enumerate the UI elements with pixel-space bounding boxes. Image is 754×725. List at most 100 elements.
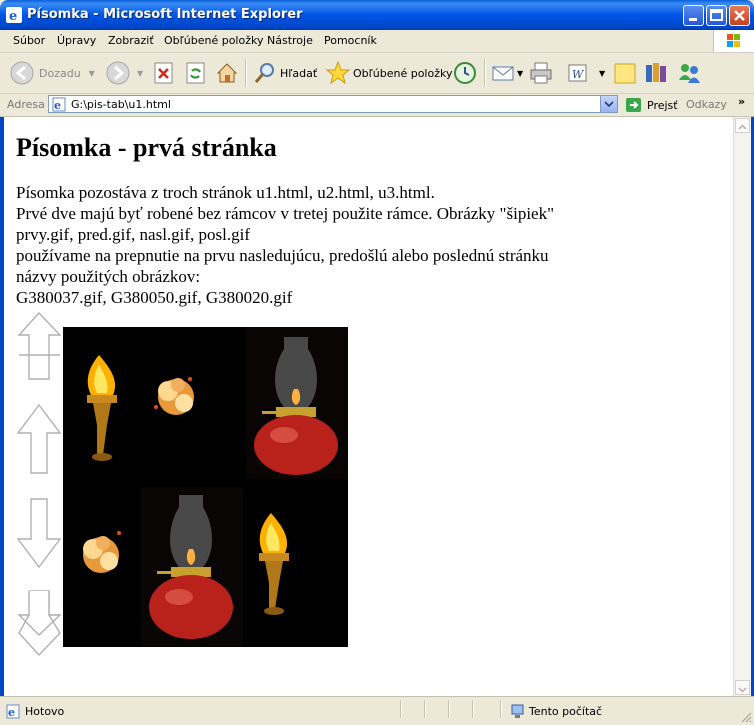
svg-text:e: e: [54, 99, 61, 112]
next-arrow-icon[interactable]: [16, 498, 62, 569]
close-icon: [734, 10, 745, 21]
home-icon: [216, 63, 238, 83]
address-dropdown-button[interactable]: [600, 96, 617, 112]
chevron-down-icon: [604, 101, 614, 108]
scroll-down-icon: [738, 687, 747, 693]
maximize-icon: [710, 9, 723, 21]
address-label: Adresa: [7, 98, 45, 111]
status-divider: [424, 700, 426, 718]
print-icon: [530, 62, 552, 84]
go-label: Prejsť: [647, 98, 678, 112]
status-divider: [448, 700, 450, 718]
title-bar[interactable]: e Písomka - Microsoft Internet Explorer: [0, 0, 754, 30]
refresh-button[interactable]: [184, 59, 208, 87]
paragraph-line: G380037.gif, G380050.gif, G380020.gif: [16, 288, 293, 307]
status-text: e Hotovo: [6, 704, 64, 719]
minimize-button[interactable]: [683, 5, 704, 26]
scroll-up-icon: [738, 124, 747, 130]
menu-help[interactable]: Pomocník: [324, 34, 377, 47]
security-zone: Tento počítač: [510, 704, 602, 719]
stop-icon: [154, 62, 173, 84]
status-divider: [500, 700, 502, 718]
go-arrow-icon: [626, 98, 641, 112]
toolbar-separator: [245, 59, 247, 87]
history-button[interactable]: [452, 59, 478, 87]
paragraph-line: prvy.gif, pred.gif, nasl.gif, posl.gif: [16, 225, 251, 244]
windows-logo: [713, 30, 754, 52]
discuss-button[interactable]: [612, 59, 638, 87]
page-content: Písomka - prvá stránka Písomka pozostáva…: [4, 117, 733, 696]
window-title: Písomka - Microsoft Internet Explorer: [27, 7, 303, 22]
search-button[interactable]: Hľadať: [252, 59, 317, 87]
browser-window: e Písomka - Microsoft Internet Explorer …: [0, 0, 754, 725]
paragraph-line: používame na prepnutie na prvu nasledujú…: [16, 246, 549, 265]
vertical-scrollbar[interactable]: [733, 117, 751, 696]
paragraph-line: názvy použitých obrázkov:: [16, 267, 201, 286]
menu-edit[interactable]: Úpravy: [57, 34, 96, 47]
stop-button[interactable]: [152, 59, 176, 87]
mail-button[interactable]: ▼: [490, 59, 523, 87]
forward-arrow-icon: [106, 61, 130, 85]
links-toolbar[interactable]: Odkazy: [686, 98, 727, 111]
oil-lamp-image: [141, 487, 243, 647]
menu-view[interactable]: Zobraziť: [108, 34, 154, 47]
menu-file[interactable]: Súbor: [13, 34, 45, 47]
menu-tools[interactable]: Nástroje: [267, 34, 313, 47]
forward-dropdown-icon[interactable]: ▼: [137, 69, 143, 78]
favorites-label: Obľúbené položky: [353, 66, 453, 80]
scroll-down-button[interactable]: [735, 680, 750, 695]
favorites-star-icon: [325, 60, 351, 85]
mail-dropdown-icon[interactable]: ▼: [517, 69, 523, 78]
paragraph-line: Prvé dve majú byť robené bez rámcov v tr…: [16, 204, 555, 223]
internet-explorer-icon: e: [6, 7, 22, 23]
menu-bar: Súbor Úpravy Zobraziť Obľúbené položky N…: [0, 30, 754, 53]
favorites-button[interactable]: Obľúbené položky: [325, 59, 452, 87]
edit-dropdown-icon[interactable]: ▼: [599, 69, 605, 78]
page-done-icon: e: [6, 704, 20, 719]
status-label: Hotovo: [25, 705, 65, 718]
mail-icon: [492, 66, 514, 81]
note-icon: [614, 63, 636, 84]
first-arrow-icon[interactable]: [17, 311, 62, 380]
scroll-up-button[interactable]: [735, 118, 750, 133]
status-bar: e Hotovo Tento počítač: [0, 696, 754, 725]
edit-button[interactable]: W ▼: [565, 59, 605, 87]
resize-grip-icon[interactable]: [740, 711, 752, 723]
word-edit-icon: W: [568, 64, 587, 82]
toolbar-separator: [484, 59, 486, 87]
home-button[interactable]: [214, 59, 240, 87]
history-icon: [454, 62, 476, 84]
zone-label: Tento počítač: [529, 705, 603, 718]
standard-toolbar: Dozadu ▼ ▼ Hľadať Obľúbené položky ▼ W ▼: [0, 53, 754, 94]
address-input[interactable]: e G:\pis-tab\u1.html: [48, 95, 618, 113]
address-bar: Adresa e G:\pis-tab\u1.html Prejsť Odkaz…: [0, 94, 754, 117]
research-button[interactable]: [643, 59, 669, 87]
paragraph-line: Písomka pozostáva z troch stránok u1.htm…: [16, 183, 435, 202]
menu-favorites[interactable]: Obľúbené položky: [164, 34, 263, 47]
forward-button[interactable]: ▼: [104, 59, 143, 87]
status-divider: [472, 700, 474, 718]
messenger-icon: [679, 64, 700, 83]
page-heading: Písomka - prvá stránka: [16, 133, 277, 162]
chevron-right-icon[interactable]: »: [738, 95, 745, 108]
search-label: Hľadať: [280, 66, 318, 80]
back-button[interactable]: Dozadu ▼: [8, 59, 95, 87]
windows-flag-icon: [727, 34, 740, 47]
go-button[interactable]: Prejsť: [625, 97, 678, 113]
research-books-icon: [646, 63, 666, 82]
maximize-button[interactable]: [706, 5, 727, 26]
last-arrow-icon[interactable]: [17, 590, 62, 657]
back-arrow-icon: [10, 61, 34, 85]
print-button[interactable]: [528, 59, 554, 87]
page-icon: e: [52, 97, 66, 112]
messenger-button[interactable]: [676, 59, 702, 87]
arrow-images: [16, 311, 62, 659]
search-icon: [254, 63, 274, 83]
prev-arrow-icon[interactable]: [16, 403, 62, 474]
oil-lamp-image: [246, 327, 348, 479]
close-button[interactable]: [729, 5, 750, 26]
svg-text:e: e: [9, 9, 17, 23]
back-dropdown-icon[interactable]: ▼: [89, 69, 95, 78]
arrow-column-svg: [16, 311, 62, 657]
back-label: Dozadu: [39, 66, 81, 80]
